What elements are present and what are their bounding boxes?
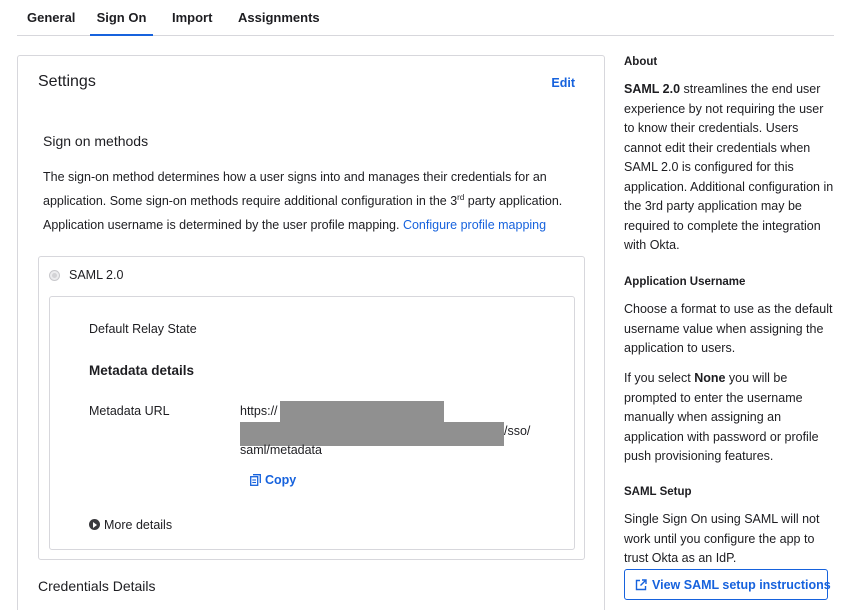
saml-method-box: SAML 2.0 Default Relay State Metadata de…: [38, 256, 585, 560]
tab-general[interactable]: General: [27, 0, 75, 36]
saml-details-box: Default Relay State Metadata details Met…: [49, 296, 575, 550]
username-none-text: If you select None you will be prompted …: [624, 371, 819, 463]
settings-title: Settings: [38, 73, 96, 90]
metadata-details-title: Metadata details: [89, 363, 195, 378]
about-text: SAML 2.0 streamlines the end user experi…: [624, 82, 834, 252]
configure-profile-mapping-link[interactable]: Configure profile mapping: [403, 218, 546, 232]
app-tabs: General Sign On Import Assignments: [17, 0, 834, 36]
profile-mapping-text: Application username is determined by th…: [43, 218, 547, 232]
tab-sign-on[interactable]: Sign On: [90, 0, 153, 36]
copy-icon: [250, 474, 261, 486]
application-username-title: Application Username: [624, 276, 746, 288]
saml-setup-title: SAML Setup: [624, 486, 692, 498]
tab-import[interactable]: Import: [172, 0, 212, 36]
saml-setup-text: Single Sign On using SAML will not work …: [624, 512, 820, 565]
copy-url-button[interactable]: Copy: [250, 473, 296, 487]
credentials-details-title: Credentials Details: [38, 578, 156, 594]
tab-assignments[interactable]: Assignments: [238, 0, 320, 36]
metadata-url-start: https://: [240, 404, 278, 418]
saml-radio[interactable]: [49, 270, 60, 281]
default-relay-state-label: Default Relay State: [89, 322, 197, 336]
chevron-right-icon: [89, 519, 100, 530]
edit-button[interactable]: Edit: [551, 76, 575, 90]
more-details-toggle[interactable]: More details: [89, 518, 172, 532]
saml-radio-label: SAML 2.0: [69, 268, 124, 282]
metadata-url-label: Metadata URL: [89, 404, 170, 418]
about-title: About: [624, 56, 658, 68]
view-saml-setup-button[interactable]: View SAML setup instructions: [624, 569, 831, 600]
metadata-url-mid: /sso/: [504, 424, 531, 438]
application-username-text: Choose a format to use as the default us…: [624, 302, 833, 355]
metadata-url-end: saml/metadata: [240, 443, 322, 457]
settings-panel: Settings Edit Sign on methods The sign-o…: [17, 55, 605, 610]
external-link-icon: [635, 579, 647, 591]
sign-on-methods-title: Sign on methods: [43, 133, 149, 149]
sign-on-description: The sign-on method determines how a user…: [43, 170, 563, 208]
